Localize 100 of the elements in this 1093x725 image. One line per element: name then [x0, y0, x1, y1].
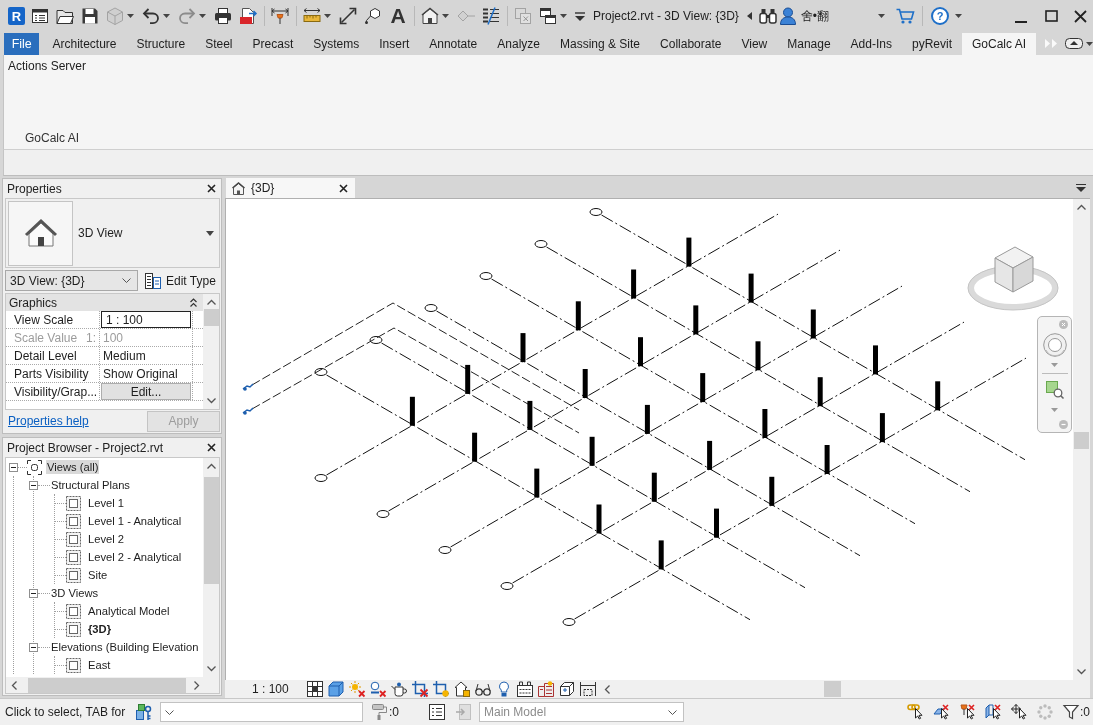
- binoculars-icon[interactable]: [758, 8, 777, 24]
- boxes-icon[interactable]: [558, 681, 575, 697]
- ribbon-tab[interactable]: Structure: [126, 33, 196, 55]
- printer-icon[interactable]: [214, 7, 232, 25]
- close-icon[interactable]: [207, 184, 216, 193]
- house-icon[interactable]: [421, 7, 439, 25]
- tree-item[interactable]: 3D Views: [50, 586, 100, 600]
- ribbon-tab[interactable]: Massing & Site: [550, 33, 651, 55]
- panel-toggle-icon[interactable]: [1065, 38, 1083, 49]
- edit-type-button[interactable]: Edit Type: [143, 270, 218, 291]
- list-icon[interactable]: [429, 704, 445, 720]
- camera-icon[interactable]: [516, 681, 533, 697]
- properties-help-link[interactable]: Properties help: [8, 414, 89, 428]
- value-field[interactable]: 1 : 100: [101, 311, 191, 328]
- move-cursor-icon[interactable]: [1011, 704, 1027, 720]
- teapot-icon[interactable]: [390, 681, 407, 697]
- shadow-icon[interactable]: [369, 681, 386, 697]
- ribbon-tab[interactable]: Steel: [195, 33, 243, 55]
- ribbon-tab[interactable]: Insert: [369, 33, 420, 55]
- save-icon[interactable]: [81, 7, 99, 25]
- pdf-icon[interactable]: [239, 7, 257, 25]
- house-lock-icon[interactable]: [453, 681, 470, 697]
- crop-icon[interactable]: [411, 681, 428, 697]
- collapse-icon[interactable]: [29, 642, 38, 652]
- close-icon[interactable]: [207, 443, 216, 452]
- type-selector[interactable]: 3D View: [5, 198, 220, 268]
- windows-icon[interactable]: [539, 7, 557, 25]
- tree-item[interactable]: {3D}: [87, 622, 112, 636]
- caret-icon[interactable]: [955, 14, 962, 18]
- tag-icon[interactable]: [364, 7, 382, 25]
- ribbon-tab[interactable]: Systems: [303, 33, 370, 55]
- instance-dropdown[interactable]: 3D View: {3D}: [5, 270, 138, 291]
- pin-cursor-icon[interactable]: [959, 704, 975, 720]
- ribbon-tab[interactable]: Annotate: [419, 33, 488, 55]
- roller-icon[interactable]: [372, 704, 387, 720]
- chain-cursor-icon[interactable]: [907, 704, 923, 720]
- tree-item[interactable]: Analytical Model: [87, 604, 171, 618]
- menu-caret-icon[interactable]: [1076, 184, 1086, 192]
- scrollbar-thumb[interactable]: [1074, 432, 1089, 449]
- ribbon-tab[interactable]: Architecture: [42, 33, 127, 55]
- scrollbar-thumb[interactable]: [203, 309, 219, 326]
- blocks-key-icon[interactable]: [136, 704, 152, 720]
- left-caret-icon[interactable]: [746, 12, 752, 20]
- diagonal-arrow-icon[interactable]: [339, 7, 357, 25]
- tree-item[interactable]: Level 2: [87, 532, 126, 546]
- tree-item[interactable]: Level 2 - Analytical: [87, 550, 183, 564]
- document-tab[interactable]: {3D}: [226, 178, 355, 198]
- tree-item[interactable]: Site: [87, 568, 109, 582]
- file-menu-button[interactable]: File: [4, 33, 40, 55]
- tree-item[interactable]: Structural Plans: [50, 478, 131, 492]
- filter-icon[interactable]: [1063, 704, 1079, 720]
- tree-item[interactable]: East: [87, 658, 112, 672]
- scrollbar-thumb[interactable]: [203, 477, 219, 584]
- caret-icon[interactable]: [324, 14, 331, 18]
- ribbon-tab[interactable]: GoCalc AI: [961, 33, 1036, 55]
- user-name[interactable]: 舍•翻: [800, 7, 830, 25]
- dimension-pin-icon[interactable]: [271, 7, 289, 25]
- ribbon-tab[interactable]: Analyze: [487, 33, 550, 55]
- scrollbar-thumb[interactable]: [823, 681, 841, 697]
- ribbon-tab[interactable]: Collaborate: [650, 33, 732, 55]
- close-icon[interactable]: [339, 183, 348, 193]
- ribbon-button[interactable]: Actions Server: [8, 58, 87, 74]
- crop-frame-icon[interactable]: [432, 681, 449, 697]
- customize-icon[interactable]: [575, 11, 585, 21]
- face-cursor-icon[interactable]: [985, 704, 1001, 720]
- plane-cursor-icon[interactable]: [933, 704, 949, 720]
- maximize-icon[interactable]: [1045, 10, 1058, 22]
- ruler-icon[interactable]: [303, 7, 321, 25]
- list-window-icon[interactable]: [31, 7, 49, 25]
- dimension-icon[interactable]: [579, 681, 596, 697]
- edit-button[interactable]: Edit...: [101, 383, 191, 400]
- close-icon[interactable]: [1074, 9, 1087, 23]
- collapse-icon[interactable]: [9, 462, 18, 472]
- cube-icon[interactable]: [327, 681, 344, 697]
- lined-square-icon[interactable]: [306, 681, 323, 697]
- tree-item[interactable]: Level 1: [87, 496, 126, 510]
- zoom-icon[interactable]: [1045, 381, 1064, 399]
- collapse-icon[interactable]: [29, 480, 38, 490]
- ribbon-tab[interactable]: Add-Ins: [840, 33, 902, 55]
- tree-item[interactable]: Level 1 - Analytical: [87, 514, 183, 528]
- ribbon-tab[interactable]: Manage: [777, 33, 841, 55]
- folder-icon[interactable]: [56, 7, 74, 25]
- scale-button[interactable]: 1 : 100: [252, 682, 289, 696]
- caret-icon[interactable]: [878, 14, 885, 18]
- caret-icon[interactable]: [1086, 42, 1093, 46]
- thin-lines-icon[interactable]: [482, 7, 500, 25]
- scrollbar-thumb[interactable]: [28, 677, 186, 693]
- ribbon-tab[interactable]: View: [731, 33, 778, 55]
- glasses-icon[interactable]: [474, 681, 491, 697]
- help-button[interactable]: ?: [931, 7, 949, 25]
- user-icon[interactable]: [779, 7, 796, 25]
- cart-icon[interactable]: [896, 8, 914, 24]
- ribbon-tab[interactable]: Precast: [242, 33, 304, 55]
- property-group-header[interactable]: Graphics: [6, 294, 203, 311]
- sun-icon[interactable]: [348, 681, 365, 697]
- collapse-icon[interactable]: [29, 588, 38, 598]
- blocks-icon[interactable]: [537, 681, 554, 697]
- undo-icon[interactable]: [142, 7, 160, 25]
- text-button[interactable]: A: [389, 6, 407, 26]
- tree-item[interactable]: Views (all): [46, 460, 100, 474]
